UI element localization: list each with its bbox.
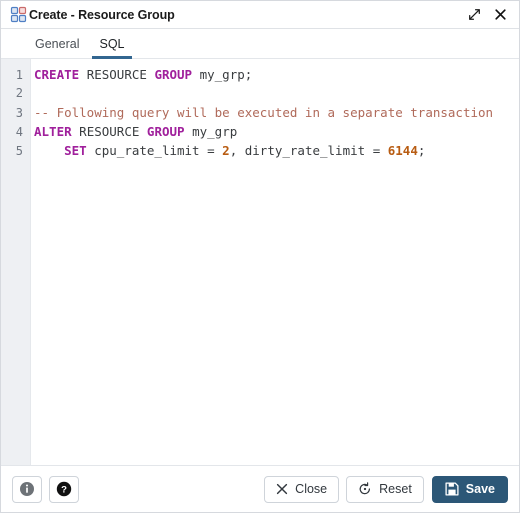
code-line-text: ALTER RESOURCE GROUP my_grp (31, 122, 237, 141)
code-line-text: SET cpu_rate_limit = 2, dirty_rate_limit… (31, 141, 425, 160)
code-token: 2 (222, 143, 230, 158)
reset-icon (358, 482, 372, 496)
line-number: 5 (15, 144, 23, 158)
code-token: my_grp (192, 124, 238, 139)
code-token: ; (244, 67, 253, 82)
reset-button[interactable]: Reset (346, 475, 424, 503)
save-button[interactable]: Save (431, 475, 508, 503)
code-line: 5 SET cpu_rate_limit = 2, dirty_rate_lim… (1, 141, 519, 160)
code-token: my_grp (199, 67, 245, 82)
code-line: 2 (1, 84, 519, 103)
code-line-text: -- Following query will be executed in a… (31, 103, 493, 122)
code-token: GROUP (146, 124, 185, 139)
dialog-footer: ? Close Reset Save (1, 466, 519, 512)
tab-sql[interactable]: SQL (89, 29, 134, 59)
tab-bar: General SQL (1, 29, 519, 59)
code-line: 4 ALTER RESOURCE GROUP my_grp (1, 122, 519, 141)
line-number: 2 (15, 86, 23, 100)
close-button[interactable]: Close (264, 475, 340, 503)
code-token: cpu_rate_limit (94, 143, 200, 158)
sql-code-area[interactable]: 1 CREATE RESOURCE GROUP my_grp; 2 3 -- Follo… (1, 59, 519, 465)
create-resource-group-dialog: Create - Resource Group General SQL 1 CRE… (0, 0, 520, 513)
tab-general[interactable]: General (25, 29, 89, 58)
resource-group-grid-icon (10, 6, 27, 23)
code-token: = (199, 143, 223, 158)
sql-editor[interactable]: 1 CREATE RESOURCE GROUP my_grp; 2 3 -- Follo… (1, 59, 519, 466)
line-number: 4 (15, 125, 23, 139)
code-token: ; (417, 143, 426, 158)
code-token: RESOURCE (79, 124, 140, 139)
code-token: 6144 (387, 143, 418, 158)
svg-text:?: ? (61, 485, 67, 496)
maximize-icon[interactable] (461, 3, 487, 27)
code-token: dirty_rate_limit (244, 143, 366, 158)
reset-button-label: Reset (379, 482, 412, 496)
code-token: CREATE (34, 67, 80, 82)
save-button-label: Save (465, 482, 495, 496)
code-token: = (365, 143, 388, 158)
code-line: 1 CREATE RESOURCE GROUP my_grp; (1, 65, 519, 84)
dialog-title: Create - Resource Group (29, 7, 175, 22)
code-token: -- Following query will be executed in a… (34, 105, 494, 120)
info-icon (19, 481, 35, 497)
close-x-icon (276, 483, 288, 495)
info-button[interactable] (12, 475, 42, 503)
line-number: 3 (15, 106, 23, 120)
line-number: 1 (15, 68, 23, 82)
code-token: SET (64, 143, 87, 158)
save-floppy-icon (445, 482, 459, 496)
help-button[interactable]: ? (49, 475, 79, 503)
code-line-text: CREATE RESOURCE GROUP my_grp; (31, 65, 252, 84)
code-token: RESOURCE (86, 67, 147, 82)
code-token: ALTER (34, 124, 72, 139)
titlebar: Create - Resource Group (1, 1, 519, 29)
close-button-label: Close (295, 482, 328, 496)
code-line: 3 -- Following query will be executed in … (1, 103, 519, 122)
code-token: , (229, 143, 245, 158)
help-icon: ? (56, 481, 72, 497)
close-icon[interactable] (487, 3, 513, 27)
code-token: GROUP (154, 67, 193, 82)
